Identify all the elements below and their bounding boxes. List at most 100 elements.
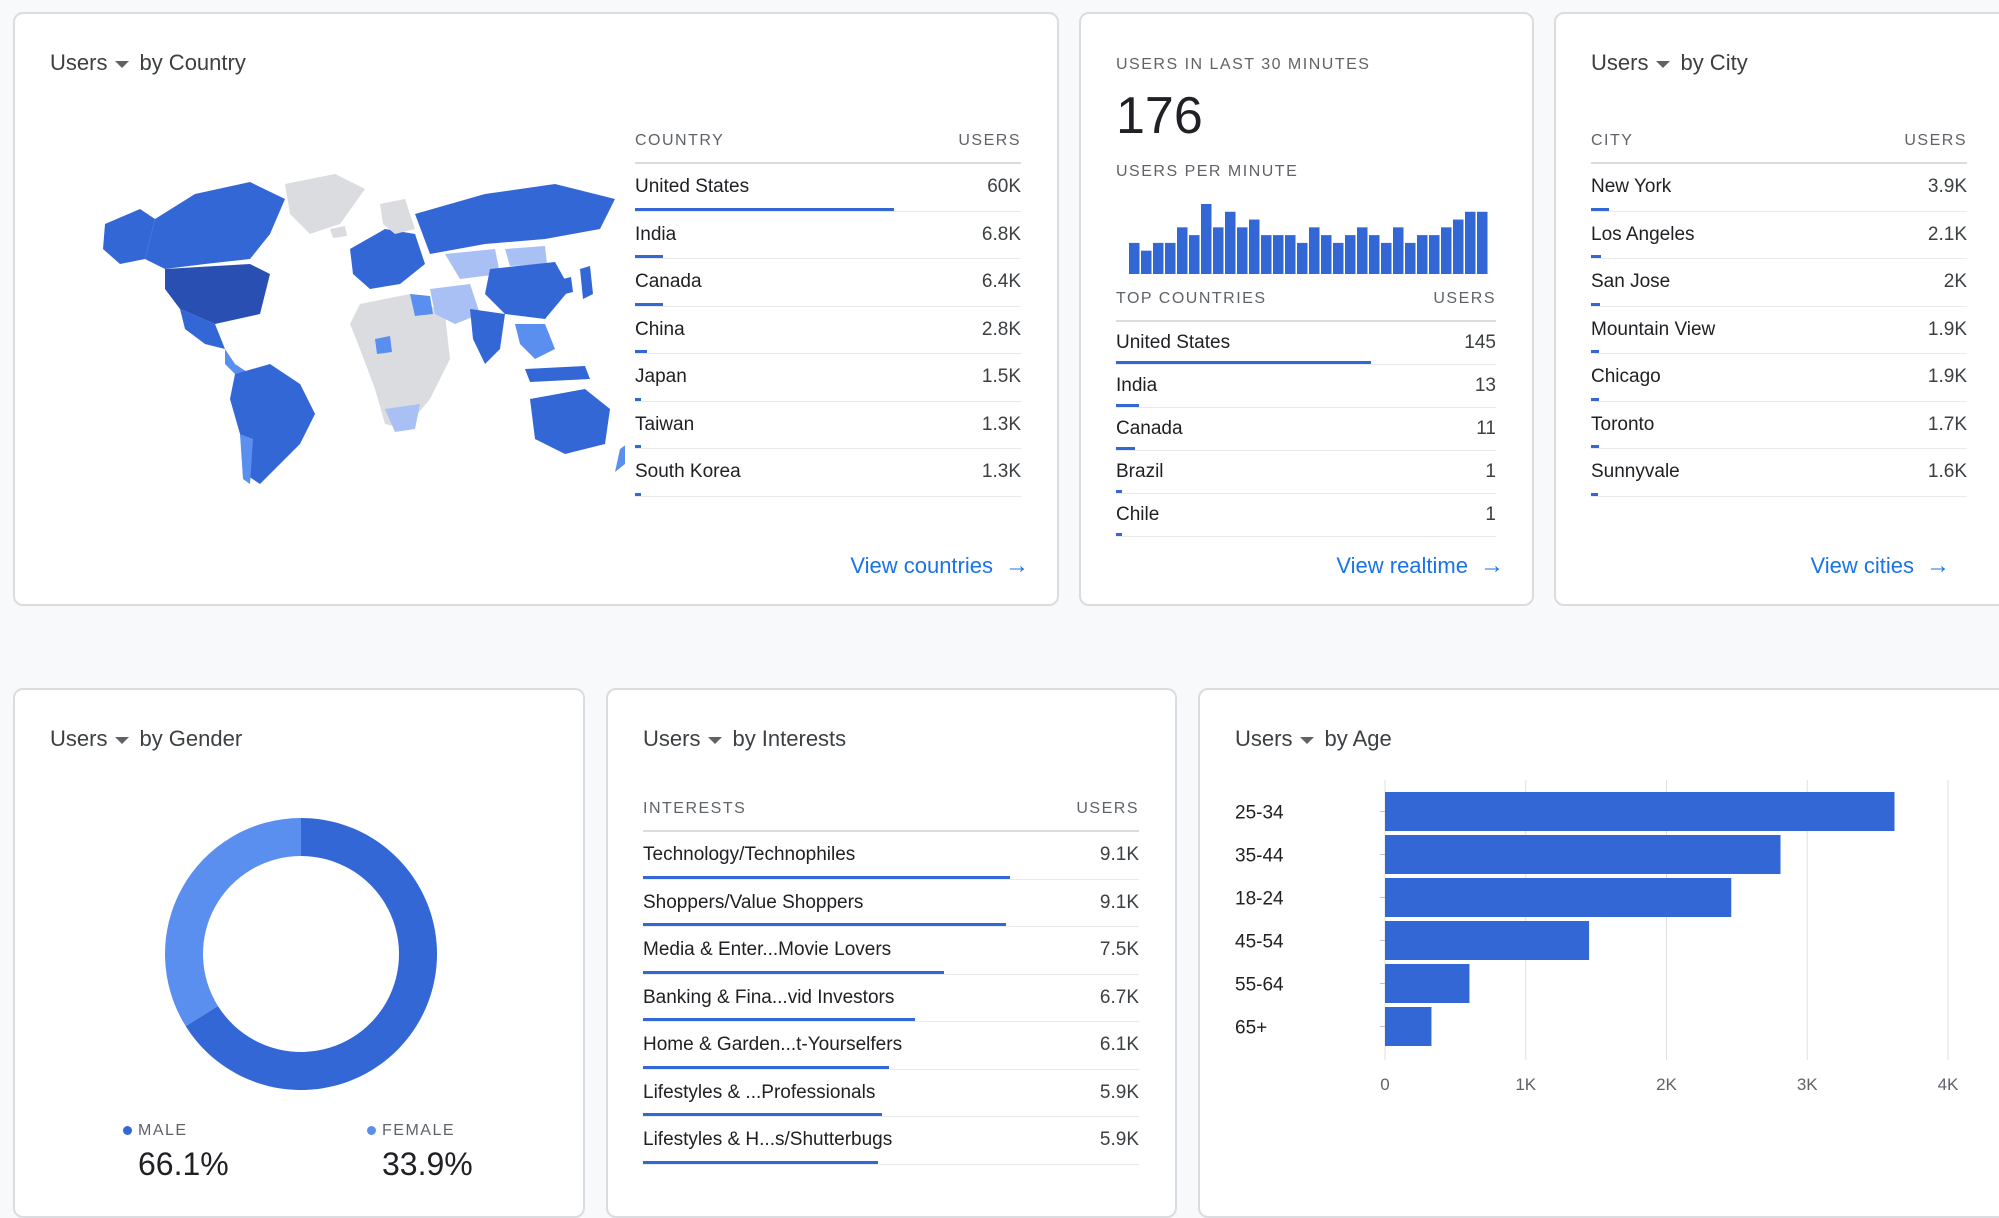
female-slice[interactable] xyxy=(165,818,301,1027)
map-russia xyxy=(415,184,615,254)
row-value: 11 xyxy=(1476,418,1496,439)
row-bar xyxy=(635,255,664,258)
table-row[interactable]: United States 145 xyxy=(1116,322,1496,365)
table-row[interactable]: Mountain View 1.9K xyxy=(1591,307,1967,354)
table-row[interactable]: Chile 1 xyxy=(1116,494,1496,537)
table-row[interactable]: Media & Enter...Movie Lovers 7.5K xyxy=(643,927,1139,975)
row-bar xyxy=(635,492,641,496)
table-row[interactable]: United States 60K xyxy=(635,164,1021,212)
male-value: 66.1% xyxy=(138,1146,229,1182)
arrow-right-icon: → xyxy=(1480,552,1504,579)
row-name: Chile xyxy=(1116,504,1160,525)
age-bar[interactable] xyxy=(1385,835,1781,874)
interest-rows: Technology/Technophiles 9.1K Shoppers/Valu… xyxy=(643,832,1139,1165)
table-row[interactable]: Home & Garden...t-Yourselfers 6.1K xyxy=(643,1022,1139,1070)
table-row[interactable]: Technology/Technophiles 9.1K xyxy=(643,832,1139,880)
minute-bar xyxy=(1141,250,1152,274)
minute-bar xyxy=(1321,235,1332,274)
row-value: 1.5K xyxy=(981,366,1021,388)
caret-down-icon xyxy=(115,736,130,744)
metric-selector[interactable]: Users xyxy=(1235,726,1315,752)
arrow-right-icon: → xyxy=(1005,552,1029,579)
table-row[interactable]: Shoppers/Value Shoppers 9.1K xyxy=(643,880,1139,927)
per-minute-chart[interactable] xyxy=(1129,199,1489,274)
female-value: 33.9% xyxy=(382,1146,473,1182)
row-name: San Jose xyxy=(1591,271,1671,293)
row-value: 7.5K xyxy=(1099,939,1139,961)
arrow-right-icon: → xyxy=(1926,552,1950,579)
age-bar[interactable] xyxy=(1385,792,1895,831)
row-bar xyxy=(1591,207,1609,211)
table-row[interactable]: New York 3.9K xyxy=(1591,164,1967,212)
table-row[interactable]: San Jose 2K xyxy=(1591,259,1967,307)
metric-selector[interactable]: Users xyxy=(1591,50,1671,76)
world-map[interactable] xyxy=(85,174,625,494)
table-row[interactable]: Canada 11 xyxy=(1116,408,1496,451)
table-row[interactable]: South Korea 1.3K xyxy=(635,449,1021,497)
y-category-label: 45-54 xyxy=(1235,932,1284,953)
table-row[interactable]: Canada 6.4K xyxy=(635,259,1021,307)
row-value: 2K xyxy=(1943,271,1967,293)
metric-selector[interactable]: Users xyxy=(50,726,130,752)
row-bar xyxy=(635,445,641,448)
map-australia xyxy=(530,389,610,454)
row-name: Lifestyles & ...Professionals xyxy=(643,1081,876,1103)
row-bar xyxy=(1116,404,1139,407)
view-cities-link[interactable]: View cities → xyxy=(1810,552,1950,580)
map-scandinavia xyxy=(380,199,415,234)
age-bar[interactable] xyxy=(1385,1007,1432,1046)
age-bar-chart[interactable]: 0 1K 2K 3K 4K 25-34 35-44 18-24 45-54 55-64 65+ xyxy=(1200,770,1990,1210)
row-value: 13 xyxy=(1474,375,1496,396)
table-row[interactable]: Lifestyles & H...s/Shutterbugs 5.9K xyxy=(643,1117,1139,1165)
map-usa xyxy=(165,264,270,324)
row-bar xyxy=(635,350,648,353)
row-name: Chicago xyxy=(1591,366,1661,388)
table-row[interactable]: India 6.8K xyxy=(635,212,1021,259)
view-countries-link[interactable]: View countries → xyxy=(850,552,1029,580)
x-tick-label: 2K xyxy=(1656,1075,1677,1094)
table-row[interactable]: Chicago 1.9K xyxy=(1591,354,1967,402)
y-category-label: 55-64 xyxy=(1235,975,1284,996)
age-bar[interactable] xyxy=(1385,921,1590,960)
metric-selector[interactable]: Users xyxy=(643,726,723,752)
table-row[interactable]: Brazil 1 xyxy=(1116,451,1496,494)
table-row[interactable]: India 13 xyxy=(1116,365,1496,408)
table-row[interactable]: Sunnyvale 1.6K xyxy=(1591,449,1967,497)
city-rows: New York 3.9K Los Angeles 2.1K San Jose 2K Mou… xyxy=(1591,164,1967,497)
row-bar xyxy=(643,1160,878,1164)
gender-donut[interactable] xyxy=(161,814,441,1094)
row-value: 1 xyxy=(1485,461,1496,482)
table-header: COUNTRY USERS xyxy=(635,120,1021,164)
row-bar xyxy=(1116,490,1122,493)
gender-card: Users by Gender MALE 66.1% FEMALE 33.9% xyxy=(13,688,585,1218)
table-row[interactable]: China 2.8K xyxy=(635,307,1021,354)
row-name: India xyxy=(635,223,677,245)
table-row[interactable]: Lifestyles & ...Professionals 5.9K xyxy=(643,1070,1139,1117)
view-realtime-link[interactable]: View realtime → xyxy=(1336,552,1504,580)
table-row[interactable]: Japan 1.5K xyxy=(635,354,1021,402)
card-title: Users by Country xyxy=(50,50,246,76)
age-bar[interactable] xyxy=(1385,964,1470,1003)
table-row[interactable]: Toronto 1.7K xyxy=(1591,402,1967,449)
row-bar xyxy=(1116,533,1122,536)
map-india xyxy=(470,309,505,364)
minute-bar xyxy=(1225,211,1236,274)
minute-bar xyxy=(1237,227,1248,274)
row-name: Sunnyvale xyxy=(1591,461,1680,483)
metric-selector[interactable]: Users xyxy=(50,50,130,76)
table-row[interactable]: Banking & Fina...vid Investors 6.7K xyxy=(643,975,1139,1022)
minute-bar xyxy=(1405,242,1416,274)
map-china xyxy=(485,262,570,319)
row-value: 9.1K xyxy=(1099,844,1139,866)
table-row[interactable]: Taiwan 1.3K xyxy=(635,402,1021,449)
map-iceland xyxy=(330,226,347,238)
row-bar xyxy=(643,970,944,974)
realtime-card: USERS IN LAST 30 MINUTES 176 USERS PER M… xyxy=(1079,12,1534,606)
row-name: United States xyxy=(635,176,750,198)
row-name: Taiwan xyxy=(635,413,695,435)
row-name: United States xyxy=(1116,332,1231,353)
row-value: 5.9K xyxy=(1099,1081,1139,1103)
card-title: Users by Interests xyxy=(643,726,847,752)
age-bar[interactable] xyxy=(1385,878,1732,917)
table-row[interactable]: Los Angeles 2.1K xyxy=(1591,212,1967,259)
